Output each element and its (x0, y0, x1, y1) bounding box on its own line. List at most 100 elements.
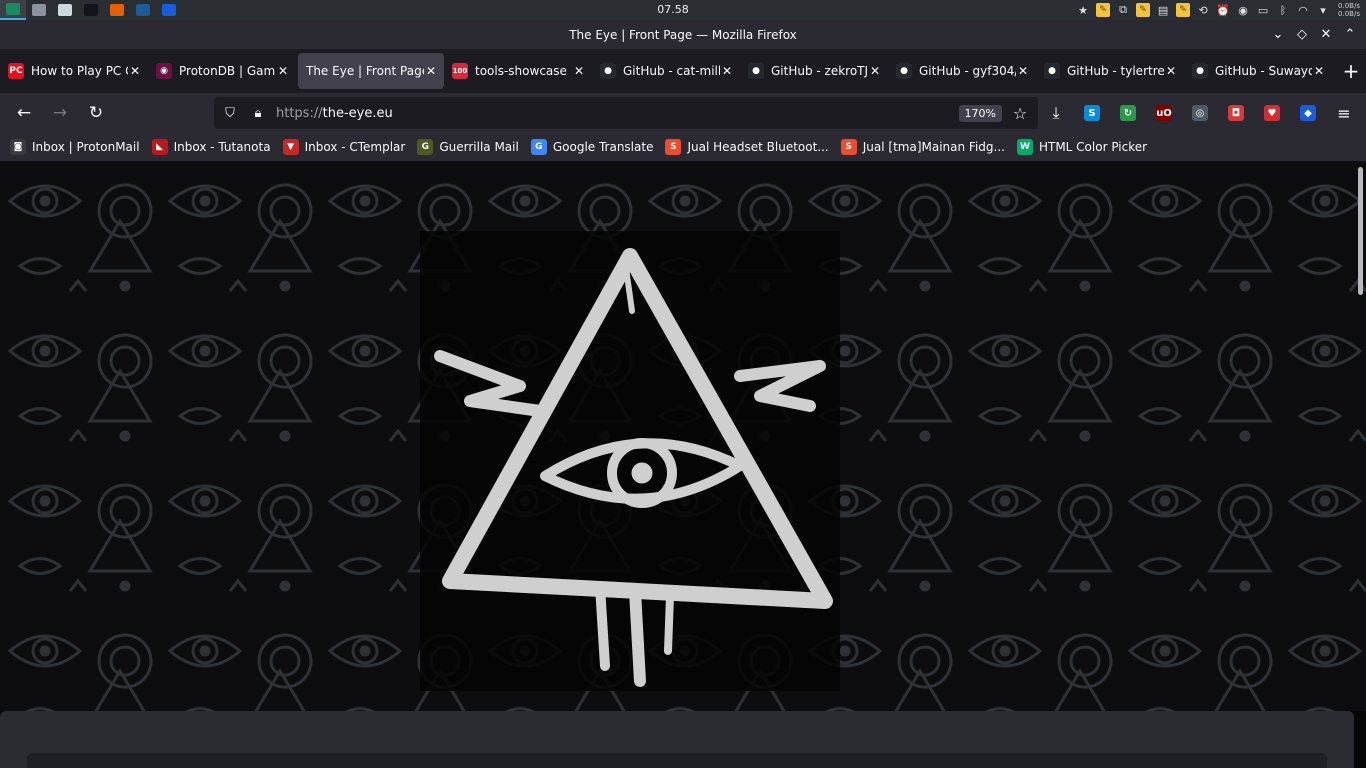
tab-close-icon[interactable]: ✕ (1016, 64, 1030, 78)
tray-expand-icon[interactable]: ▾ (1316, 3, 1330, 17)
tab-close-icon[interactable]: ✕ (572, 64, 586, 78)
system-tray: ★ ✎ ⧉ ✎ ▤ ✎ ⟲ ⏰ ◉ ▭ ᛒ ◠ ▾ 0.0B/s 0.0B/s (1076, 0, 1360, 20)
sticky-note-tray-icon-3[interactable]: ✎ (1176, 3, 1191, 17)
sticky-note-tray-icon[interactable]: ✎ (1096, 3, 1111, 17)
screenshot-extension-button[interactable]: ◘ (1218, 97, 1254, 129)
eye-pattern-background (0, 161, 1366, 711)
tab-3[interactable]: 100 tools-showcase ✕ (446, 53, 592, 89)
tab-4[interactable]: ● GitHub - cat-milk ✕ (594, 53, 740, 89)
downloads-button[interactable]: ⤓ (1038, 97, 1074, 129)
window-title: The Eye | Front Page — Mozilla Firefox (569, 27, 797, 42)
github-icon: ● (1192, 63, 1208, 79)
star-tray-icon[interactable]: ★ (1076, 3, 1090, 17)
network-speed: 0.0B/s 0.0B/s (1338, 2, 1360, 18)
window-menu-button[interactable]: ⌃ (1340, 25, 1360, 43)
url-text[interactable]: https://the-eye.eu (276, 106, 959, 121)
lock-icon[interactable]: 🔒︎ (244, 106, 272, 121)
tab-1[interactable]: ◉ ProtonDB | Gami ✕ (150, 53, 296, 89)
tab-close-icon[interactable]: ✕ (128, 64, 142, 78)
tab-close-icon[interactable]: ✕ (1164, 64, 1178, 78)
page-scrollbar[interactable] (1354, 161, 1366, 768)
sync-tray-icon[interactable]: ⟲ (1196, 3, 1210, 17)
tab-label: GitHub - gyf304/ (919, 64, 1016, 78)
privacy-badger-icon: ◎ (1192, 105, 1208, 121)
taskbar-app-firefox[interactable] (104, 0, 130, 20)
skype-extension-button[interactable]: S (1074, 97, 1110, 129)
alarm-tray-icon[interactable]: ⏰ (1216, 3, 1230, 17)
bookmark-star-icon[interactable]: ☆ (1008, 104, 1032, 123)
privacy-badger-button[interactable]: ◎ (1182, 97, 1218, 129)
bookmark-item-5[interactable]: S Jual Headset Bluetoot... (665, 135, 829, 159)
page-content (0, 161, 1366, 768)
all-seeing-eye-logo (420, 231, 840, 691)
tab-8[interactable]: ● GitHub - Suwayon✕ (1186, 53, 1332, 89)
clipboard-tray-icon[interactable]: ▤ (1156, 3, 1170, 17)
menu-button[interactable]: ≡ (1326, 97, 1362, 129)
bookmark-label: Inbox - Tutanota (173, 140, 271, 154)
github-icon: ● (748, 63, 764, 79)
bluetooth-tray-icon[interactable]: ᛒ (1276, 3, 1290, 17)
tab-close-icon[interactable]: ✕ (868, 64, 882, 78)
taskbar-app-1-icon (6, 3, 20, 15)
minimize-button[interactable]: ⌄ (1268, 25, 1288, 43)
taskbar-app-bitwarden[interactable] (156, 0, 182, 20)
bookmark-label: Inbox - CTemplar (304, 140, 406, 154)
tab-label: GitHub - zekroTJ (771, 64, 868, 78)
ublock-origin-button[interactable]: uO (1146, 97, 1182, 129)
taskbar-app-steam[interactable] (130, 0, 156, 20)
reload-button[interactable]: ↻ (80, 97, 112, 129)
taskbar-app-terminal[interactable] (78, 0, 104, 20)
wifi-tray-icon[interactable]: ◠ (1296, 3, 1310, 17)
tab-label: tools-showcase (475, 64, 567, 78)
tab-close-icon[interactable]: ✕ (1312, 64, 1326, 78)
hundred-icon: 100 (452, 63, 468, 79)
bookmark-item-2[interactable]: ▼ Inbox - CTemplar (282, 135, 406, 159)
taskbar-app-1[interactable] (0, 0, 26, 20)
youtube-extension-button[interactable]: ♥ (1254, 97, 1290, 129)
tab-close-icon[interactable]: ✕ (720, 64, 734, 78)
bookmark-item-1[interactable]: ◣ Inbox - Tutanota (151, 135, 271, 159)
shopee-icon: S (840, 139, 857, 155)
close-window-button[interactable]: ✕ (1316, 25, 1336, 43)
taskbar-app-files[interactable] (52, 0, 78, 20)
maximize-button[interactable]: ◇ (1292, 25, 1312, 43)
tab-0[interactable]: PC How to Play PC G ✕ (2, 53, 148, 89)
bookmarks-toolbar: ◙ Inbox | ProtonMail ◣ Inbox - Tutanota ▼ Inb… (0, 133, 1366, 161)
w3schools-icon: W (1016, 139, 1033, 155)
bitwarden-extension-button[interactable]: ◆ (1290, 97, 1326, 129)
sticky-note-tray-icon-2[interactable]: ✎ (1136, 3, 1151, 17)
new-tab-button[interactable]: + (1336, 56, 1366, 86)
bookmark-label: HTML Color Picker (1038, 140, 1148, 154)
bookmark-label: Jual [tma]Mainan Fidg... (862, 140, 1005, 154)
taskbar-app-bitwarden-icon (162, 4, 176, 16)
bookmark-item-6[interactable]: S Jual [tma]Mainan Fidg... (840, 135, 1005, 159)
tab-7[interactable]: ● GitHub - tylertrea ✕ (1038, 53, 1184, 89)
bookmark-item-3[interactable]: G Guerrilla Mail (417, 135, 519, 159)
tab-close-icon[interactable]: ✕ (424, 64, 438, 78)
bookmark-item-0[interactable]: ◙ Inbox | ProtonMail (10, 135, 140, 159)
taskbar-app-2[interactable] (26, 0, 52, 20)
forward-button[interactable]: → (44, 97, 76, 129)
zoom-indicator[interactable]: 170% (958, 104, 1002, 122)
tab-strip: PC How to Play PC G ✕ ◉ ProtonDB | Gami ✕ The … (0, 49, 1366, 93)
tracking-protection-shield-icon[interactable]: ⛉ (216, 106, 244, 121)
back-button[interactable]: ← (8, 97, 40, 129)
net-up-rate: 0.0B/s (1338, 2, 1360, 10)
refresh-extension-button[interactable]: ↻ (1110, 97, 1146, 129)
bookmark-label: Jual Headset Bluetoot... (687, 140, 829, 154)
bookmark-item-4[interactable]: G Google Translate (530, 135, 653, 159)
scrollbar-thumb[interactable] (1358, 167, 1363, 295)
tab-5[interactable]: ● GitHub - zekroTJ ✕ (742, 53, 888, 89)
ctemplar-icon: ▼ (282, 139, 299, 155)
bookmark-label: Inbox | ProtonMail (32, 140, 140, 154)
bookmark-item-7[interactable]: W HTML Color Picker (1016, 135, 1148, 159)
translate-tray-icon[interactable]: ⧉ (1116, 3, 1130, 17)
tab-2[interactable]: The Eye | Front Page ✕ (298, 53, 444, 89)
tab-close-icon[interactable]: ✕ (276, 64, 290, 78)
tab-label: ProtonDB | Gami (179, 64, 276, 78)
media-tray-icon[interactable]: ◉ (1236, 3, 1250, 17)
tab-6[interactable]: ● GitHub - gyf304/✕ (890, 53, 1036, 89)
url-bar[interactable]: ⛉ 🔒︎ https://the-eye.eu 170% ☆ (214, 97, 1038, 129)
youtube-extension-icon: ♥ (1264, 105, 1280, 121)
battery-tray-icon[interactable]: ▭ (1256, 3, 1270, 17)
